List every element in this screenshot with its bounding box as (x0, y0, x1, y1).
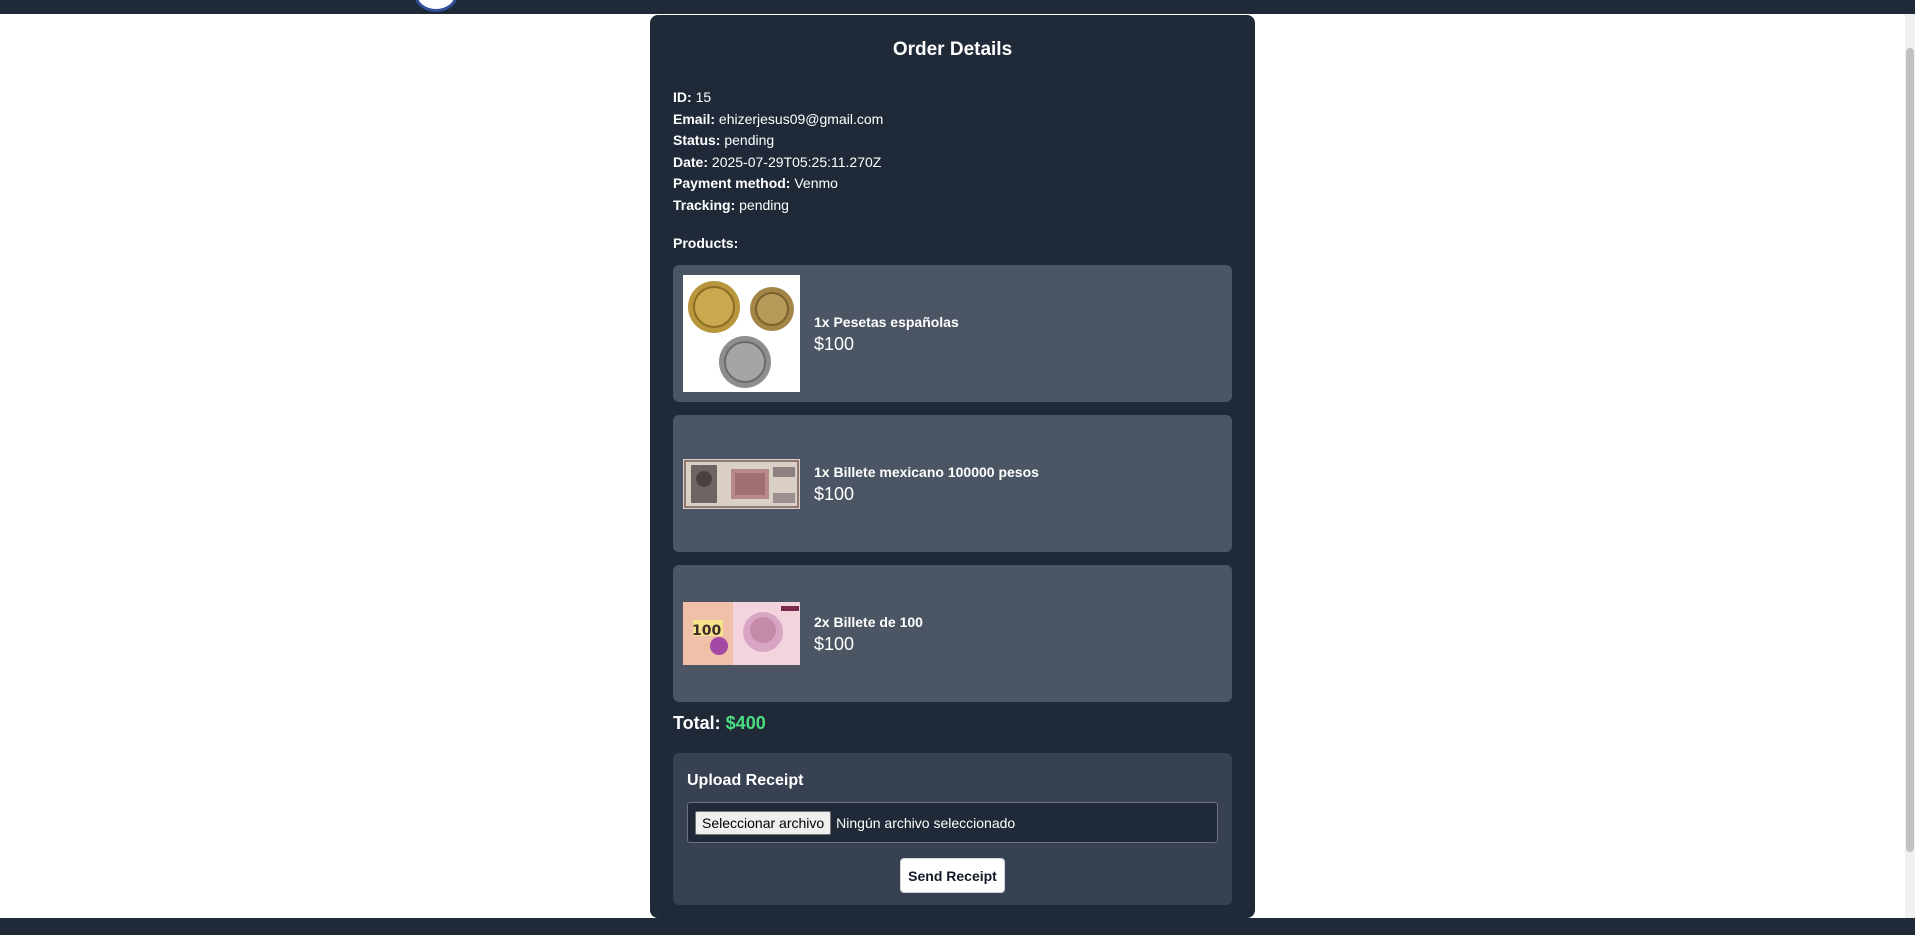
email-label: Email: (673, 110, 716, 127)
product-info: 2x Billete de 100 $100 (814, 612, 923, 656)
email-value: ehizerjesus09@gmail.com (718, 110, 884, 127)
id-label: ID: (673, 89, 692, 105)
product-item: 100 2x Billete de 100 $100 (673, 565, 1232, 702)
payment-value: Venmo (794, 175, 838, 191)
file-status-text: Ningún archivo seleccionado (836, 814, 1016, 831)
date-value: 2025-07-29T05:25:11.270Z (711, 153, 882, 170)
order-details-card: Order Details ID: 15 Email: ehizerjesus0… (650, 15, 1255, 918)
order-total: Total: $400 (673, 710, 1232, 750)
payment-label: Payment method: (673, 175, 791, 191)
product-info: 1x Pesetas españolas $100 (814, 312, 959, 356)
svg-text:100: 100 (692, 623, 721, 639)
order-id-row: ID: 15 (673, 87, 1232, 109)
order-email-row: Email: ehizerjesus09@gmail.com (673, 109, 1232, 131)
product-name: 1x Pesetas españolas (814, 313, 959, 330)
choose-file-button[interactable]: Seleccionar archivo (695, 810, 832, 835)
product-price: $100 (814, 333, 855, 354)
products-heading: Products: (673, 235, 739, 251)
product-name: 2x Billete de 100 (814, 613, 923, 630)
scrollbar-thumb[interactable] (1906, 48, 1914, 852)
product-name: 1x Billete mexicano 100000 pesos (814, 463, 1039, 480)
order-info: ID: 15 Email: ehizerjesus09@gmail.com St… (673, 87, 1232, 216)
product-price: $100 (814, 483, 855, 504)
total-label: Total: (673, 713, 721, 733)
send-receipt-button[interactable]: Send Receipt (900, 858, 1005, 893)
status-value: pending (724, 132, 775, 148)
upload-receipt-panel: Upload Receipt Seleccionar archivo Ningú… (673, 753, 1232, 905)
tracking-label: Tracking: (673, 196, 736, 213)
order-payment-row: Payment method: Venmo (673, 173, 1232, 195)
order-status-row: Status: pending (673, 130, 1232, 152)
top-navbar (0, 0, 1915, 14)
page-scrollbar[interactable] (1905, 14, 1915, 918)
product-item: 1x Pesetas españolas $100 (673, 265, 1232, 402)
product-price: $100 (814, 633, 855, 654)
order-tracking-row: Tracking: pending (673, 195, 1232, 217)
page-title: Order Details (892, 39, 1013, 60)
argentine-banknote-image: 100 (683, 575, 800, 692)
product-item: 1x Billete mexicano 100000 pesos $100 (673, 415, 1232, 552)
tracking-value: pending (739, 196, 789, 213)
order-date-row: Date: 2025-07-29T05:25:11.270Z (673, 152, 1232, 174)
upload-receipt-title: Upload Receipt (687, 772, 804, 789)
date-label: Date: (673, 153, 709, 170)
total-amount: $400 (725, 713, 766, 733)
coins-image (683, 275, 800, 392)
product-list: 1x Pesetas españolas $100 1x Billete mex… (673, 265, 1232, 702)
product-info: 1x Billete mexicano 100000 pesos $100 (814, 462, 1039, 506)
mexican-banknote-image (683, 425, 800, 542)
file-input[interactable]: Seleccionar archivo Ningún archivo selec… (687, 802, 1218, 843)
status-label: Status: (673, 132, 721, 148)
id-value: 15 (695, 89, 712, 105)
bottom-bar (0, 918, 1915, 935)
